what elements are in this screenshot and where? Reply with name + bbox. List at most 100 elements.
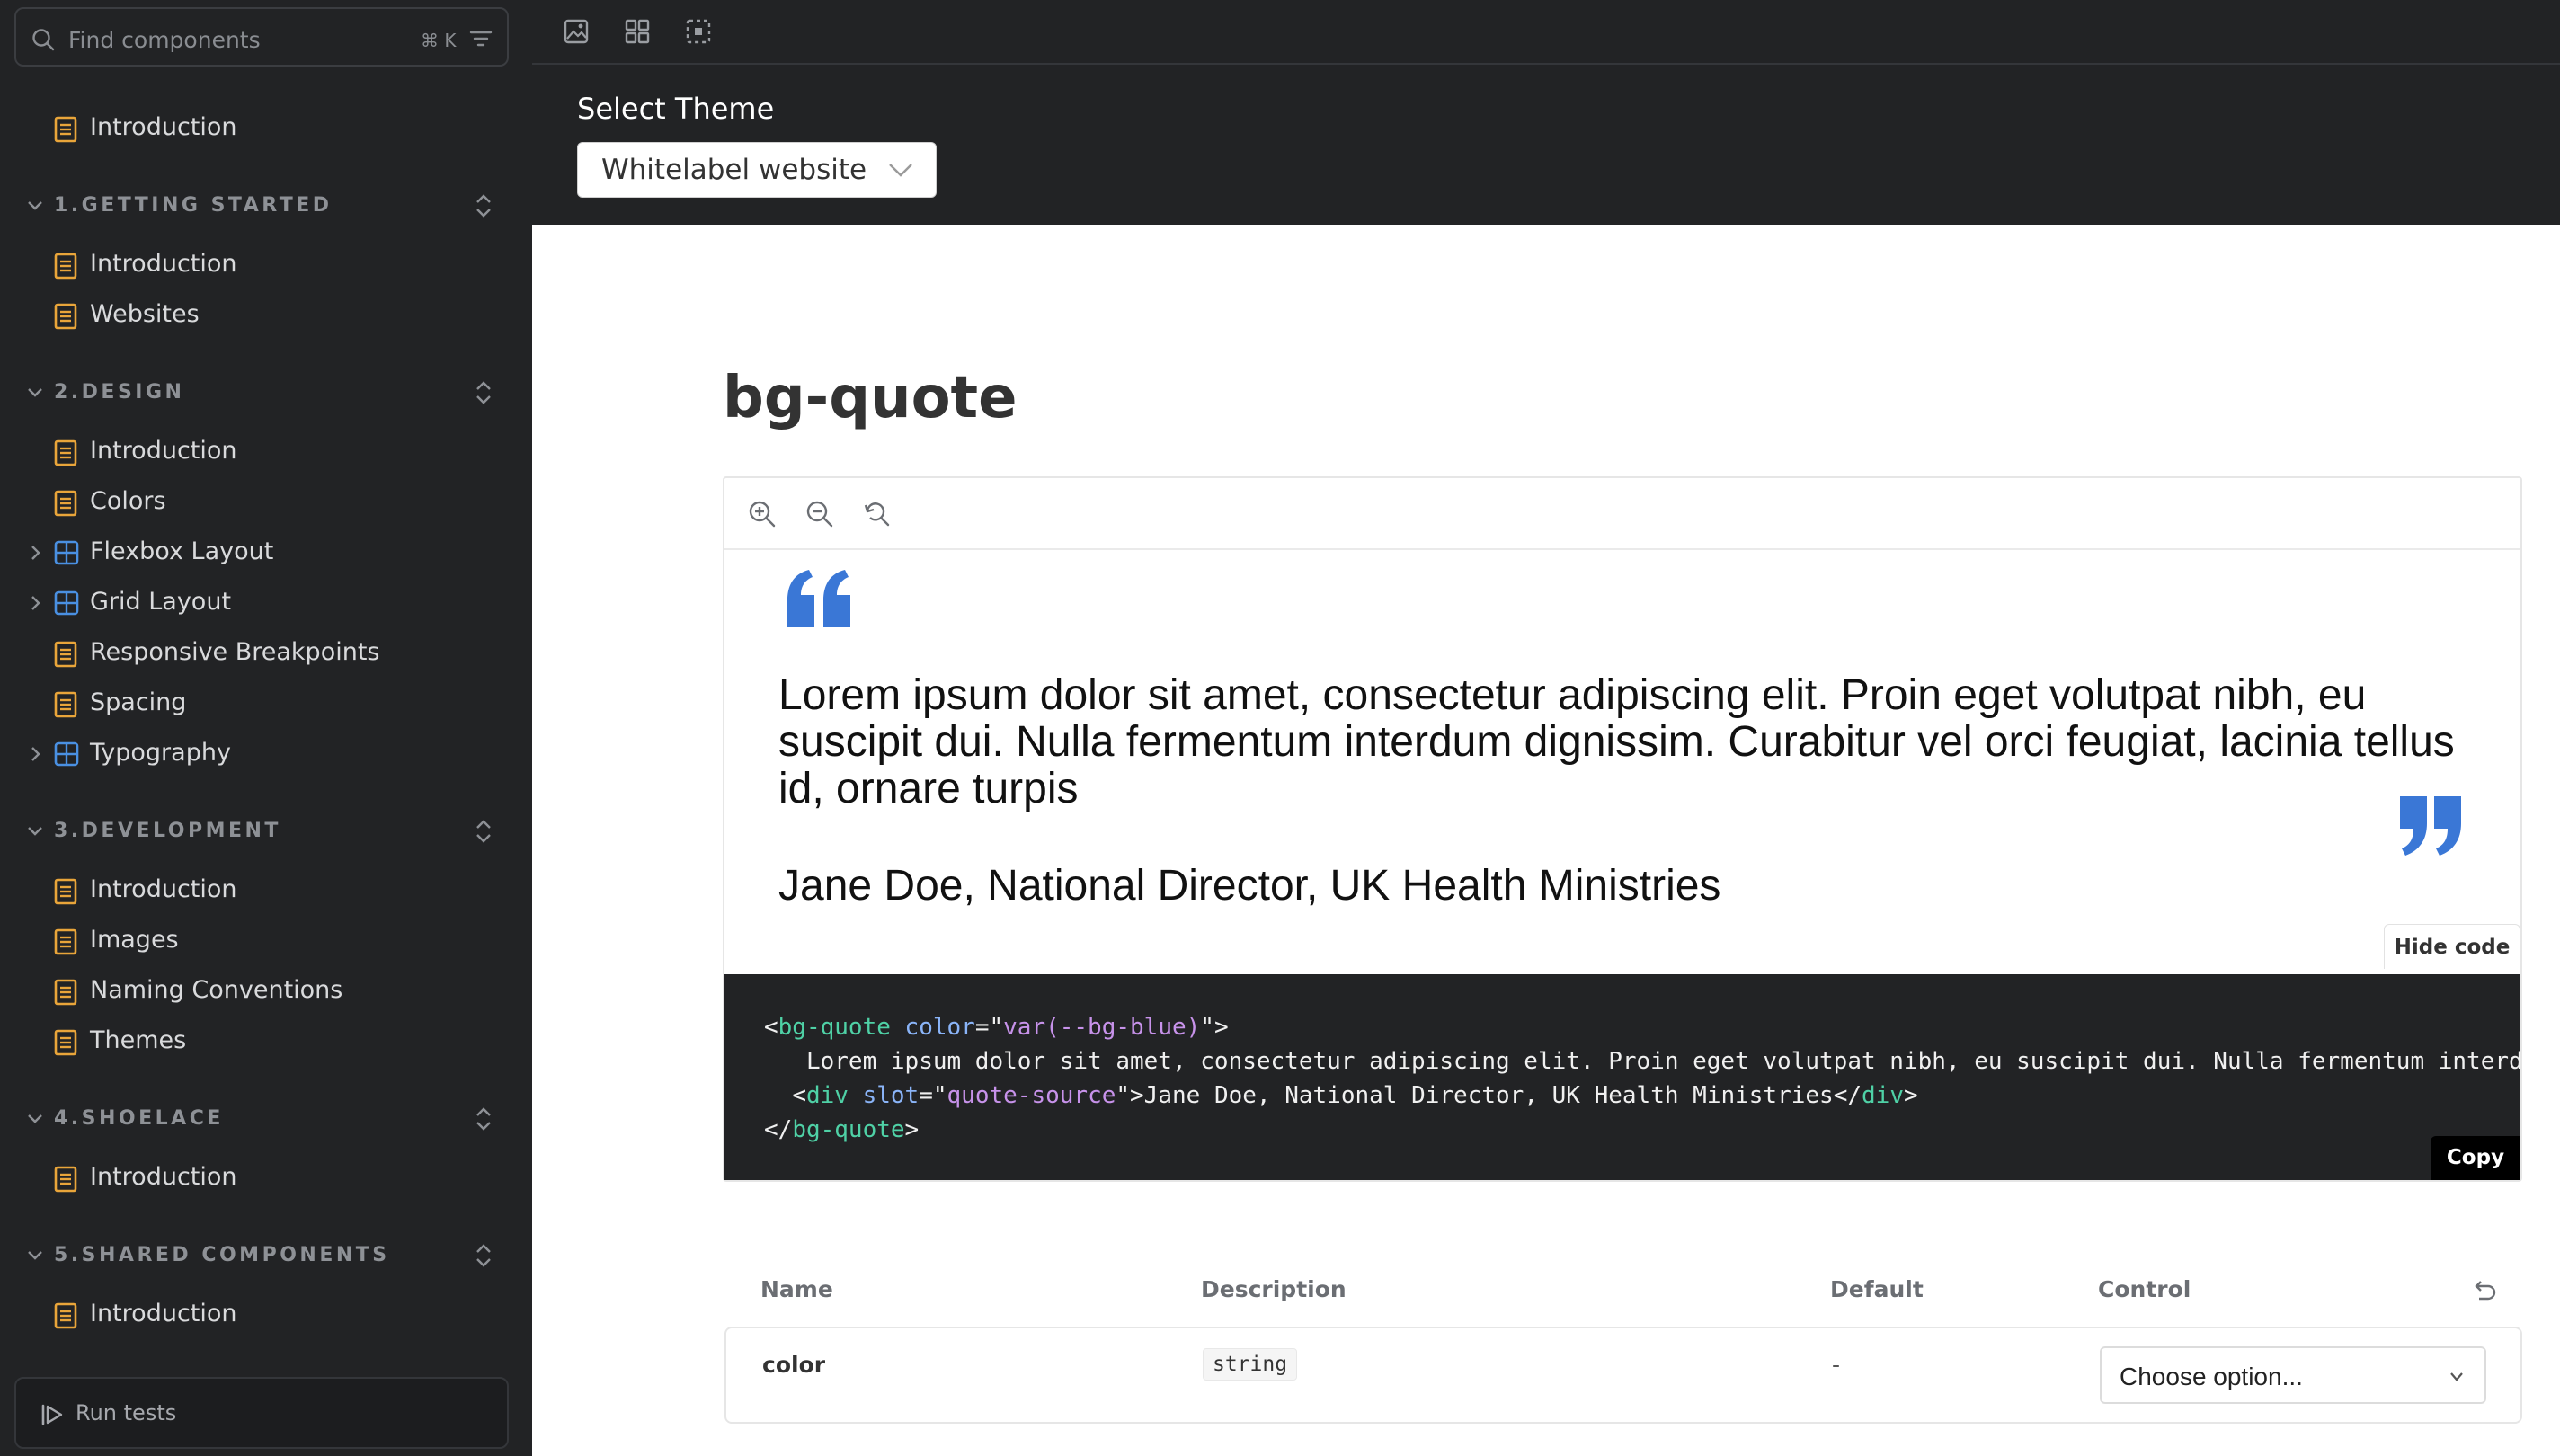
chevron-down-icon [2449, 1372, 2465, 1382]
reset-icon[interactable] [2470, 1278, 2497, 1305]
document-icon [54, 1029, 77, 1056]
table-row: color string - Choose option... [724, 1327, 2522, 1424]
section-title: 5.SHARED COMPONENTS [54, 1244, 390, 1266]
section-title: 1.GETTING STARTED [54, 194, 333, 217]
chevron-right-icon [25, 744, 45, 764]
component-grid-icon [54, 741, 79, 767]
copy-button[interactable]: Copy [2431, 1136, 2520, 1180]
search-input[interactable]: Find components ⌘ K [14, 7, 509, 67]
section-design[interactable]: 2.DESIGN [0, 369, 532, 416]
sidebar-item-grid-layout[interactable]: Grid Layout [0, 579, 532, 626]
sidebar-item-introduction[interactable]: Introduction [0, 104, 532, 151]
sidebar-item-introduction[interactable]: Introduction [0, 428, 532, 475]
zoom-out-icon[interactable] [805, 500, 834, 528]
sidebar-item-label: Websites [90, 300, 200, 328]
code-punct: > [1903, 1082, 1918, 1109]
color-control-select[interactable]: Choose option... [2100, 1346, 2486, 1404]
sidebar-item-introduction[interactable]: Introduction [0, 241, 532, 288]
code-content: ">Jane Doe, National Director, UK Health… [1116, 1082, 1862, 1109]
chevron-down-icon [25, 1246, 45, 1265]
sidebar-item-label: Introduction [90, 875, 237, 903]
expand-collapse-icon[interactable] [469, 1105, 498, 1133]
expand-collapse-icon[interactable] [469, 191, 498, 220]
code-value: var(--bg-blue) [1003, 1014, 1201, 1041]
code-tag: div [805, 1082, 849, 1109]
sidebar-item-label: Images [90, 926, 179, 954]
zoom-reset-icon[interactable] [863, 500, 892, 528]
chevron-down-icon [887, 161, 914, 179]
code-punct: "> [1200, 1014, 1229, 1041]
chevron-right-icon [25, 593, 45, 613]
document-icon [54, 490, 77, 517]
sidebar-item-label: Flexbox Layout [90, 537, 274, 565]
theme-bar: Select Theme Whitelabel website [532, 65, 2560, 225]
chevron-right-icon [25, 543, 45, 563]
chevron-down-icon [25, 821, 45, 841]
canvas-panel: Lorem ipsum dolor sit amet, consectetur … [723, 476, 2522, 1182]
document-icon [54, 303, 77, 330]
control-select-value: Choose option... [2120, 1363, 2303, 1390]
document-icon [54, 116, 77, 143]
code-tag: bg-quote [792, 1116, 905, 1143]
code-punct: > [904, 1116, 920, 1143]
sidebar-item-label: Grid Layout [90, 588, 232, 616]
filter-icon[interactable] [468, 27, 493, 50]
sidebar-item-label: Responsive Breakpoints [90, 638, 380, 666]
expand-collapse-icon[interactable] [469, 1241, 498, 1270]
sidebar-item-introduction[interactable]: Introduction [0, 866, 532, 913]
code-value: quote-source [947, 1082, 1116, 1109]
run-tests-label: Run tests [76, 1400, 177, 1425]
hide-code-button[interactable]: Hide code [2384, 924, 2520, 969]
zoom-in-icon[interactable] [748, 500, 777, 528]
document-icon [54, 878, 77, 905]
code-attr: color [904, 1014, 975, 1041]
section-title: 3.DEVELOPMENT [54, 820, 281, 842]
code-punct: =" [974, 1014, 1004, 1041]
close-quote-icon [2396, 795, 2465, 857]
document-icon [54, 641, 77, 668]
column-header-default: Default [1830, 1276, 1924, 1302]
code-punct: < [792, 1082, 806, 1109]
image-icon[interactable] [563, 18, 590, 45]
sidebar-item-label: Introduction [90, 250, 237, 278]
chevron-down-icon [25, 1109, 45, 1129]
sidebar-item-spacing[interactable]: Spacing [0, 679, 532, 726]
sidebar-item-typography[interactable]: Typography [0, 730, 532, 777]
sidebar-item-introduction[interactable]: Introduction [0, 1154, 532, 1201]
section-getting-started[interactable]: 1.GETTING STARTED [0, 182, 532, 229]
sidebar-item-label: Typography [90, 739, 231, 767]
component-grid-icon [54, 540, 79, 565]
sidebar-item-label: Introduction [90, 1163, 237, 1191]
code-content: Lorem ipsum dolor sit amet, consectetur … [805, 1048, 2520, 1075]
sidebar-item-websites[interactable]: Websites [0, 291, 532, 338]
arg-name: color [762, 1352, 826, 1378]
grid-icon[interactable] [624, 18, 651, 45]
expand-collapse-icon[interactable] [469, 817, 498, 846]
column-header-name: Name [760, 1276, 833, 1302]
component-grid-icon [54, 590, 79, 616]
outline-icon[interactable] [685, 18, 712, 45]
sidebar-item-colors[interactable]: Colors [0, 478, 532, 525]
sidebar-item-label: Introduction [90, 437, 237, 465]
sidebar-item-label: Spacing [90, 688, 187, 716]
code-tag: bg-quote [778, 1014, 891, 1041]
search-placeholder: Find components [68, 27, 261, 53]
section-title: 4.SHOELACE [54, 1107, 224, 1130]
quote-text: Lorem ipsum dolor sit amet, consectetur … [778, 671, 2455, 812]
sidebar-item-naming-conventions[interactable]: Naming Conventions [0, 967, 532, 1014]
sidebar-item-images[interactable]: Images [0, 917, 532, 963]
section-development[interactable]: 3.DEVELOPMENT [0, 808, 532, 855]
expand-collapse-icon[interactable] [469, 378, 498, 407]
quote-preview: Lorem ipsum dolor sit amet, consectetur … [724, 550, 2520, 910]
theme-select[interactable]: Whitelabel website [577, 142, 937, 198]
sidebar-item-themes[interactable]: Themes [0, 1017, 532, 1064]
sidebar-item-flexbox-layout[interactable]: Flexbox Layout [0, 528, 532, 575]
run-tests-button[interactable]: Run tests [14, 1377, 509, 1449]
sidebar-item-introduction[interactable]: Introduction [0, 1291, 532, 1337]
section-shoelace[interactable]: 4.SHOELACE [0, 1096, 532, 1142]
code-punct: </ [764, 1116, 793, 1143]
document-icon [54, 928, 77, 955]
sidebar: Find components ⌘ K Introduction 1.GETTI… [0, 0, 532, 1456]
sidebar-item-responsive-breakpoints[interactable]: Responsive Breakpoints [0, 629, 532, 676]
section-shared-components[interactable]: 5.SHARED COMPONENTS [0, 1232, 532, 1279]
